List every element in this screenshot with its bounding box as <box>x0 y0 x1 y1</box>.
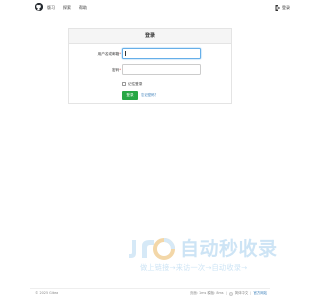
watermark-title: 自动秒收录 <box>180 238 278 260</box>
footer-license-link[interactable]: 官方网站 <box>253 291 267 296</box>
watermark: 自动秒收录 做上链接→来访一次→自动收录→ <box>128 236 283 278</box>
username-input[interactable] <box>122 48 201 59</box>
logo-icon[interactable] <box>35 3 43 11</box>
username-row: 用户名或邮箱* <box>69 48 233 60</box>
footer-copyright: © 2025 Gitea <box>35 291 59 295</box>
login-card-title: 登录 <box>69 29 231 44</box>
sign-in-link[interactable]: 登录 <box>275 4 290 11</box>
nav-link-explore[interactable]: 探索 <box>63 4 71 11</box>
top-navbar: 版习 探索 帮助 登录 <box>0 0 300 15</box>
login-button[interactable]: 登录 <box>122 91 138 100</box>
remember-checkbox[interactable] <box>122 82 126 86</box>
footer-divider <box>30 288 270 289</box>
footer-language[interactable]: 简体中文 <box>235 291 249 296</box>
watermark-subtitle: 做上链接→来访一次→自动收录→ <box>140 263 248 272</box>
remember-label: 记住登录 <box>128 82 143 86</box>
footer-version: 页面: 1ms 模板: 8ms <box>190 291 224 295</box>
nav-link-help[interactable]: 帮助 <box>79 4 87 11</box>
remember-me[interactable]: 记住登录 <box>122 81 142 87</box>
footer-right: 页面: 1ms 模板: 8ms | 简体中文 | 官方网站 <box>190 291 267 296</box>
nav-links: 版习 探索 帮助 <box>47 4 87 11</box>
globe-icon <box>228 291 233 296</box>
password-input[interactable] <box>122 64 201 75</box>
sign-in-icon <box>275 4 280 11</box>
login-card: 登录 用户名或邮箱* 密码* 记住登录 登录 忘记密码？ <box>68 28 232 104</box>
password-row: 密码* <box>69 64 233 76</box>
footer-separator: | <box>225 291 227 295</box>
watermark-logo-icon <box>129 238 175 260</box>
sign-in-label: 登录 <box>282 5 290 10</box>
nav-link-first[interactable]: 版习 <box>47 4 55 11</box>
password-label: 密码* <box>112 68 121 72</box>
username-label: 用户名或邮箱* <box>97 52 121 56</box>
forgot-password-link[interactable]: 忘记密码？ <box>141 93 158 98</box>
text-caret <box>125 51 126 56</box>
footer-separator-2: | <box>250 291 252 295</box>
